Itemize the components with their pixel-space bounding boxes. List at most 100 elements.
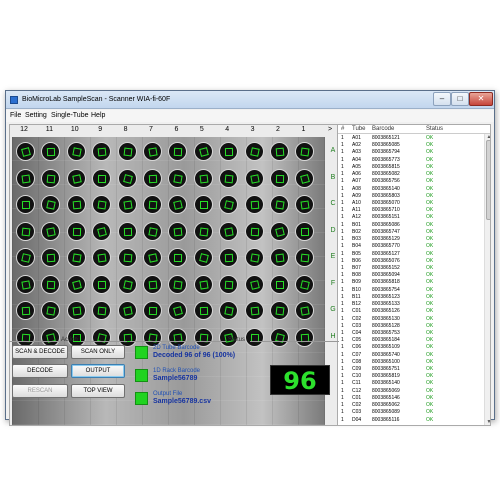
tube-well[interactable] xyxy=(92,274,112,294)
table-row[interactable]: 1 B02 8003865747 OK xyxy=(338,229,484,236)
tube-well[interactable] xyxy=(244,221,264,241)
table-row[interactable]: 1 C09 8003865751 OK xyxy=(338,366,484,373)
decode-button[interactable]: DECODE xyxy=(12,364,68,378)
tube-well[interactable] xyxy=(41,274,61,294)
tube-well[interactable] xyxy=(16,195,35,214)
table-row[interactable]: 1 A04 8003865773 OK xyxy=(338,157,484,164)
col-header-barcode[interactable]: Barcode xyxy=(372,126,394,132)
tube-well[interactable] xyxy=(193,301,213,320)
table-row[interactable]: 1 A08 8003865140 OK xyxy=(338,186,484,193)
tube-well[interactable] xyxy=(117,248,137,267)
tube-well[interactable] xyxy=(143,301,162,320)
tube-well[interactable] xyxy=(117,274,137,294)
tube-well[interactable] xyxy=(219,168,239,188)
table-row[interactable]: 1 A03 8003865794 OK xyxy=(338,149,484,156)
menu-single-tube[interactable]: Single-Tube xyxy=(51,112,89,119)
tube-well[interactable] xyxy=(16,301,35,320)
tube-well[interactable] xyxy=(16,274,35,294)
tube-well[interactable] xyxy=(219,221,239,241)
table-row[interactable]: 1 C12 8003865069 OK xyxy=(338,388,484,395)
tube-well[interactable] xyxy=(270,248,289,267)
table-row[interactable]: 1 B08 8003865094 OK xyxy=(338,272,484,279)
tube-well[interactable] xyxy=(143,274,162,294)
table-row[interactable]: 1 A12 8003865151 OK xyxy=(338,214,484,221)
table-row[interactable]: 1 C03 8003865089 OK xyxy=(338,409,484,416)
table-row[interactable]: 1 B04 8003865770 OK xyxy=(338,243,484,250)
scan-only-button[interactable]: SCAN ONLY xyxy=(71,345,125,359)
table-row[interactable]: 1 B09 8003865818 OK xyxy=(338,279,484,286)
col-header-index[interactable]: # xyxy=(341,126,344,132)
tube-well[interactable] xyxy=(244,195,264,214)
table-row[interactable]: 1 B11 8003865123 OK xyxy=(338,294,484,301)
tube-well[interactable] xyxy=(193,248,213,267)
tube-well[interactable] xyxy=(143,142,162,161)
tube-well[interactable] xyxy=(270,168,289,188)
tube-well[interactable] xyxy=(295,221,315,241)
tube-well[interactable] xyxy=(270,221,289,241)
table-row[interactable]: 1 C08 8003865100 OK xyxy=(338,359,484,366)
close-button[interactable]: ✕ xyxy=(469,92,493,106)
menu-setting[interactable]: Setting xyxy=(25,112,47,119)
table-row[interactable]: 1 A10 8003865070 OK xyxy=(338,200,484,207)
table-row[interactable]: 1 C10 8003865819 OK xyxy=(338,373,484,380)
col-header-status[interactable]: Status xyxy=(426,126,443,132)
menu-help[interactable]: Help xyxy=(91,112,105,119)
table-row[interactable]: 1 A11 8003865710 OK xyxy=(338,207,484,214)
table-row[interactable]: 1 C07 8003865740 OK xyxy=(338,352,484,359)
tube-well[interactable] xyxy=(117,195,137,214)
tube-well[interactable] xyxy=(295,274,315,294)
table-row[interactable]: 1 C02 8003865130 OK xyxy=(338,316,484,323)
table-row[interactable]: 1 C05 8003865184 OK xyxy=(338,337,484,344)
col-header-tube[interactable]: Tube xyxy=(352,126,365,132)
tube-well[interactable] xyxy=(41,221,61,241)
tube-well[interactable] xyxy=(168,168,188,188)
table-row[interactable]: 1 C06 8003865109 OK xyxy=(338,344,484,351)
table-row[interactable]: 1 B12 8003865133 OK xyxy=(338,301,484,308)
tube-well[interactable] xyxy=(244,274,264,294)
tube-well[interactable] xyxy=(16,142,35,161)
top-view-button[interactable]: TOP VIEW xyxy=(71,384,125,398)
table-row[interactable]: 1 A01 8003865121 OK xyxy=(338,135,484,142)
tube-well[interactable] xyxy=(244,168,264,188)
table-row[interactable]: 1 A05 8003865815 OK xyxy=(338,164,484,171)
tube-well[interactable] xyxy=(143,221,162,241)
scroll-thumb[interactable] xyxy=(486,140,490,220)
tube-well[interactable] xyxy=(270,142,289,161)
menu-file[interactable]: File xyxy=(10,112,21,119)
tube-well[interactable] xyxy=(66,195,86,214)
title-bar[interactable]: BioMicroLab SampleScan - Scanner WIA-fi-… xyxy=(6,91,494,109)
tube-well[interactable] xyxy=(66,221,86,241)
tube-well[interactable] xyxy=(143,248,162,267)
table-row[interactable]: 1 B03 8003865129 OK xyxy=(338,236,484,243)
tube-well[interactable] xyxy=(66,168,86,188)
tube-well[interactable] xyxy=(193,221,213,241)
table-row[interactable]: 1 C11 8003865140 OK xyxy=(338,380,484,387)
tube-well[interactable] xyxy=(117,168,137,188)
tube-well[interactable] xyxy=(41,168,61,188)
tube-well[interactable] xyxy=(66,142,86,161)
tube-well[interactable] xyxy=(193,274,213,294)
output-button[interactable]: OUTPUT xyxy=(71,364,125,378)
tube-well[interactable] xyxy=(295,168,315,188)
table-row[interactable]: 1 A06 8003865082 OK xyxy=(338,171,484,178)
tube-well[interactable] xyxy=(117,142,137,161)
rescan-button[interactable]: RESCAN xyxy=(12,384,68,398)
minimize-button[interactable]: – xyxy=(433,92,451,106)
table-row[interactable]: 1 C03 8003865128 OK xyxy=(338,323,484,330)
table-scrollbar[interactable]: ▲ ▼ xyxy=(484,134,490,425)
tube-well[interactable] xyxy=(92,168,112,188)
tube-well[interactable] xyxy=(270,301,289,320)
table-row[interactable]: 1 C01 8003865146 OK xyxy=(338,395,484,402)
scan-decode-button[interactable]: SCAN & DECODE xyxy=(12,345,68,359)
tube-well[interactable] xyxy=(244,248,264,267)
tube-well[interactable] xyxy=(244,142,264,161)
table-row[interactable]: 1 B10 8003865754 OK xyxy=(338,287,484,294)
table-row[interactable]: 1 B06 8003865076 OK xyxy=(338,258,484,265)
table-row[interactable]: 1 D04 8003865116 OK xyxy=(338,417,484,424)
tube-well[interactable] xyxy=(66,274,86,294)
tube-well[interactable] xyxy=(66,301,86,320)
table-row[interactable]: 1 B07 8003865152 OK xyxy=(338,265,484,272)
table-row[interactable]: 1 A07 8003865756 OK xyxy=(338,178,484,185)
tube-well[interactable] xyxy=(168,274,188,294)
tube-well[interactable] xyxy=(143,168,162,188)
